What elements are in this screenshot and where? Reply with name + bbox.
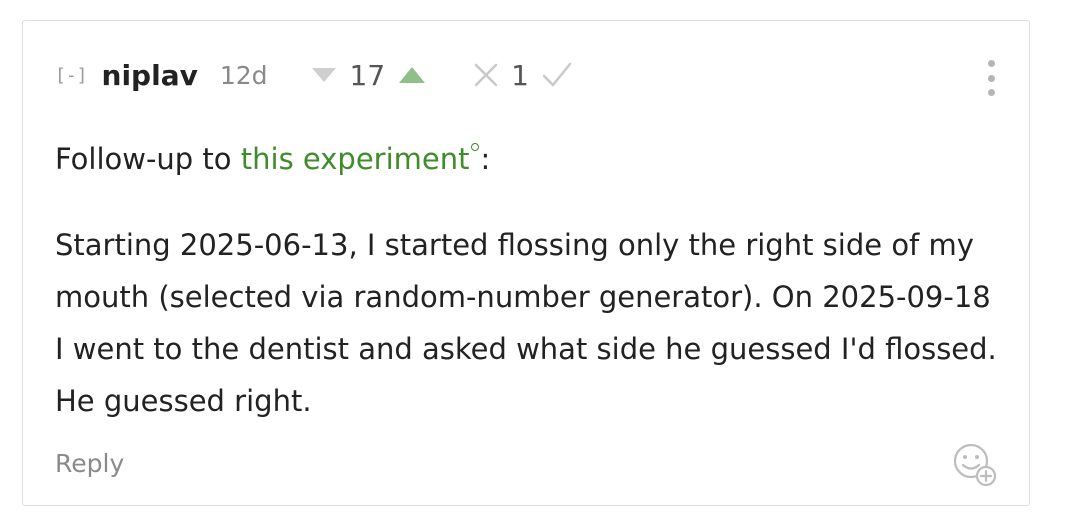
link-indicator-icon (471, 143, 480, 151)
check-icon (542, 62, 572, 87)
main-paragraph: Starting 2025-06-13, I started flossing … (55, 228, 997, 418)
karma-vote: 17 (310, 59, 428, 92)
menu-dot (987, 74, 995, 82)
downvote-button[interactable] (310, 66, 338, 84)
comment-body: Follow-up to this experiment: Starting 2… (55, 133, 1005, 427)
comment-menu-button[interactable] (981, 60, 1001, 96)
karma-score: 17 (349, 58, 386, 92)
agreement-vote: 1 (473, 59, 573, 92)
agree-button[interactable] (541, 61, 573, 89)
experiment-link[interactable]: this experiment (241, 142, 470, 176)
upvote-button[interactable] (397, 65, 427, 85)
disagree-button[interactable] (473, 62, 499, 88)
add-reaction-button[interactable] (949, 439, 1001, 491)
intro-suffix: : (480, 142, 491, 176)
reply-button[interactable]: Reply (55, 449, 124, 478)
add-reaction-icon (953, 443, 997, 487)
comment-age[interactable]: 12d (220, 61, 268, 90)
triangle-down-icon (311, 68, 336, 82)
cross-icon (474, 63, 498, 87)
author-name[interactable]: niplav (102, 59, 198, 92)
intro-prefix: Follow-up to (55, 142, 241, 176)
intro-paragraph: Follow-up to this experiment: (55, 133, 1005, 185)
collapse-toggle[interactable]: [-] (55, 65, 88, 86)
comment-meta: [-] niplav 12d 17 1 (55, 55, 573, 95)
menu-dot (987, 60, 995, 67)
triangle-up-icon (399, 67, 426, 83)
menu-dot (987, 89, 995, 96)
comment-card: [-] niplav 12d 17 1 Follow-up to this ex… (22, 20, 1030, 506)
agreement-score: 1 (511, 58, 529, 92)
